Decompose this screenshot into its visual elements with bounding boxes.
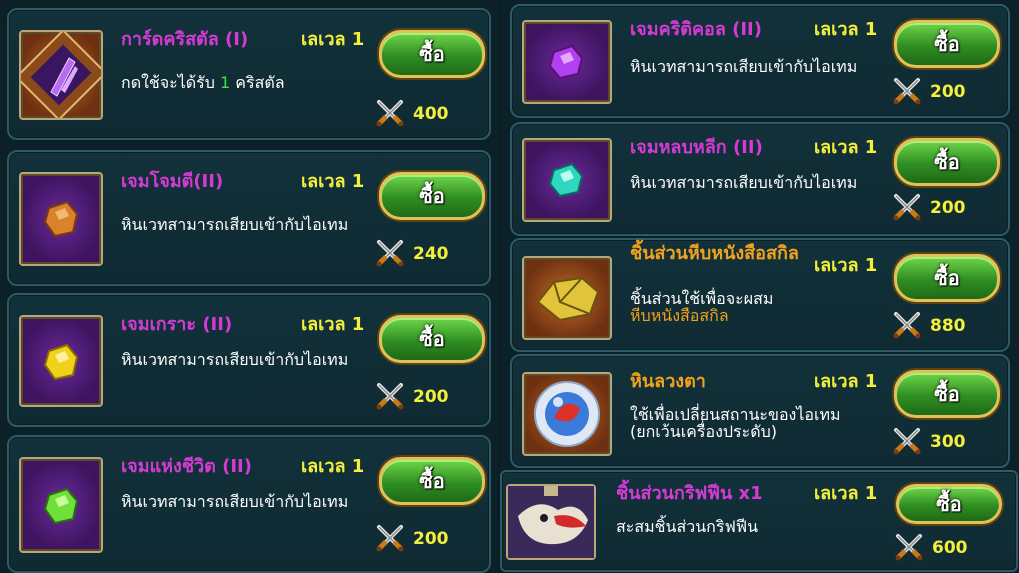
item-price: 300	[930, 432, 966, 452]
item-level: เลเวล 1	[301, 29, 365, 50]
crossed-swords-icon	[892, 78, 922, 106]
item-description: หินเวทสามารถเสียบเข้ากับไอเทม	[121, 350, 349, 369]
crossed-swords-icon	[892, 312, 922, 340]
buy-button[interactable]: ซื้อ	[379, 172, 485, 220]
item-title: เจมหลบหลีก (II)	[630, 137, 763, 158]
item-price: 200	[930, 198, 966, 218]
crossed-swords-icon	[892, 194, 922, 222]
shop-item-card: เจมเกราะ (II) เลเวล 1 หินเวทสามารถเสียบเ…	[7, 293, 491, 427]
shop-column-right: เจมคริติคอล (II) เลเวล 1 หินเวทสามารถเสี…	[500, 0, 1019, 573]
item-level: เลเวล 1	[814, 483, 878, 504]
orange-gem-icon	[19, 172, 103, 266]
buy-button[interactable]: ซื้อ	[896, 484, 1002, 524]
illusion-stone-icon	[522, 372, 612, 456]
item-description: หินเวทสามารถเสียบเข้ากับไอเทม	[630, 173, 858, 192]
item-description: ชิ้นส่วนใช้เพื่อจะผสม หีบหนังสือสกิล	[630, 289, 774, 325]
item-title: ชิ้นส่วนกริฟฟีน x1	[616, 483, 763, 504]
shop-item-card: ชิ้นส่วนกริฟฟีน x1 เลเวล 1 สะสมชิ้นส่วนก…	[500, 470, 1018, 572]
item-level: เลเวล 1	[301, 314, 365, 335]
buy-button[interactable]: ซื้อ	[894, 370, 1000, 418]
item-title: การ์ดคริสตัล (I)	[121, 29, 249, 50]
buy-button[interactable]: ซื้อ	[379, 30, 485, 78]
buy-button[interactable]: ซื้อ	[894, 254, 1000, 302]
item-price: 880	[930, 316, 966, 336]
crossed-swords-icon	[375, 525, 405, 553]
item-level: เลเวล 1	[301, 171, 365, 192]
item-title: เจมเกราะ (II)	[121, 314, 233, 335]
shop-item-card: เจมโจมตี(II) เลเวล 1 หินเวทสามารถเสียบเข…	[7, 150, 491, 286]
item-description: ใช้เพื่อเปลี่ยนสถานะของไอเทม (ยกเว้นเครื…	[630, 405, 841, 441]
item-price: 600	[932, 538, 968, 558]
buy-button[interactable]: ซื้อ	[379, 315, 485, 363]
item-title: เจมแห่งชีวิต (II)	[121, 456, 252, 477]
item-level: เลเวล 1	[814, 19, 878, 40]
skill-chest-fragment-icon	[522, 256, 612, 340]
item-level: เลเวล 1	[814, 371, 878, 392]
item-title: เจมคริติคอล (II)	[630, 19, 762, 40]
item-description: หินเวทสามารถเสียบเข้ากับไอเทม	[121, 215, 349, 234]
item-level: เลเวล 1	[301, 456, 365, 477]
shop-item-card: ชิ้นส่วนหีบหนังสือสกิล เลเวล 1 ชิ้นส่วนใ…	[510, 238, 1010, 352]
item-description: หินเวทสามารถเสียบเข้ากับไอเทม	[630, 57, 858, 76]
buy-button[interactable]: ซื้อ	[894, 138, 1000, 186]
item-price: 200	[413, 387, 449, 407]
item-title: เจมโจมตี(II)	[121, 171, 224, 192]
griffin-fragment-icon	[506, 484, 596, 560]
crossed-swords-icon	[375, 383, 405, 411]
crossed-swords-icon	[375, 240, 405, 268]
shop-item-card: เจมหลบหลีก (II) เลเวล 1 หินเวทสามารถเสีย…	[510, 122, 1010, 236]
crystal-card-icon	[15, 29, 107, 121]
shop-item-card: หินลวงตา เลเวล 1 ใช้เพื่อเปลี่ยนสถานะของ…	[510, 354, 1010, 468]
yellow-gem-icon	[19, 315, 103, 407]
purple-gem-icon	[522, 20, 612, 104]
crossed-swords-icon	[894, 534, 924, 562]
item-description: กดใช้จะได้รับ 1 คริสตัล	[121, 73, 285, 92]
crossed-swords-icon	[375, 100, 405, 128]
item-price: 240	[413, 244, 449, 264]
shop-item-card: เจมแห่งชีวิต (II) เลเวล 1 หินเวทสามารถเส…	[7, 435, 491, 573]
shop-item-card: การ์ดคริสตัล (I) เลเวล 1 กดใช้จะได้รับ 1…	[7, 8, 491, 140]
item-description: สะสมชิ้นส่วนกริฟฟีน	[616, 517, 759, 536]
item-level: เลเวล 1	[814, 137, 878, 158]
item-level: เลเวล 1	[814, 255, 878, 276]
teal-gem-icon	[522, 138, 612, 222]
green-gem-icon	[19, 457, 103, 553]
buy-button[interactable]: ซื้อ	[379, 457, 485, 505]
shop-item-card: เจมคริติคอล (II) เลเวล 1 หินเวทสามารถเสี…	[510, 4, 1010, 118]
item-price: 400	[413, 104, 449, 124]
crossed-swords-icon	[892, 428, 922, 456]
item-title: หินลวงตา	[630, 371, 706, 392]
buy-button[interactable]: ซื้อ	[894, 20, 1000, 68]
item-title: ชิ้นส่วนหีบหนังสือสกิล	[630, 243, 799, 264]
shop-column-left: การ์ดคริสตัล (I) เลเวล 1 กดใช้จะได้รับ 1…	[0, 0, 498, 573]
item-price: 200	[413, 529, 449, 549]
item-description: หินเวทสามารถเสียบเข้ากับไอเทม	[121, 492, 349, 511]
item-price: 200	[930, 82, 966, 102]
